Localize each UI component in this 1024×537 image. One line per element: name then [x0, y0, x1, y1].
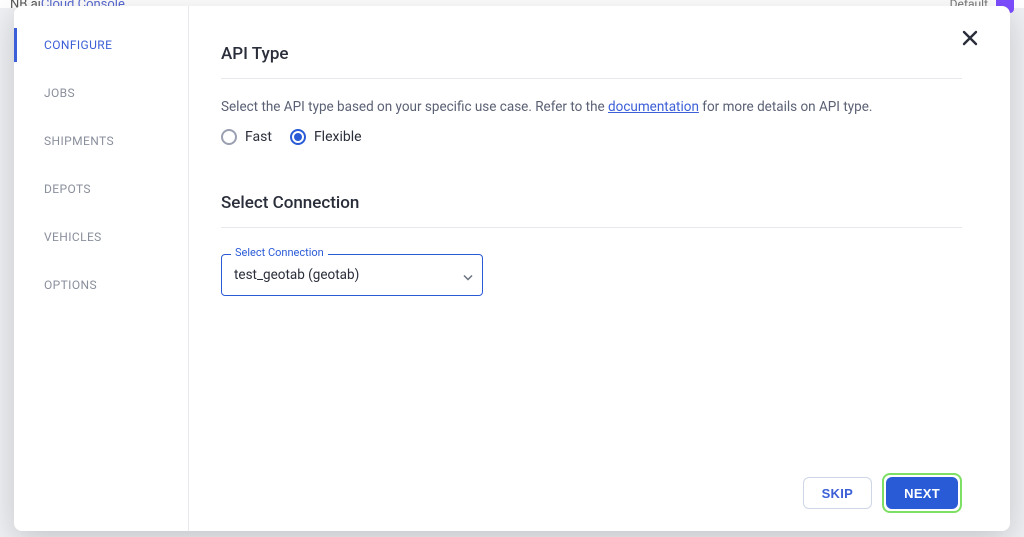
- sidebar-item-shipments[interactable]: SHIPMENTS: [14, 124, 188, 158]
- next-button[interactable]: NEXT: [886, 477, 958, 509]
- divider: [221, 78, 962, 79]
- radio-flexible-label: Flexible: [314, 129, 362, 145]
- select-connection-field[interactable]: Select Connection test_geotab (geotab): [221, 254, 483, 296]
- modal: CONFIGURE JOBS SHIPMENTS DEPOTS VEHICLES…: [14, 6, 1010, 531]
- help-pre: Select the API type based on your specif…: [221, 99, 608, 115]
- close-icon: [960, 28, 980, 48]
- select-connection-value: test_geotab (geotab): [234, 267, 359, 283]
- api-type-options: Fast Flexible: [221, 129, 962, 145]
- select-connection-title: Select Connection: [221, 193, 962, 213]
- api-type-title: API Type: [221, 44, 962, 64]
- sidebar-item-configure[interactable]: CONFIGURE: [14, 28, 188, 62]
- radio-fast[interactable]: Fast: [221, 129, 272, 145]
- sidebar: CONFIGURE JOBS SHIPMENTS DEPOTS VEHICLES…: [14, 6, 189, 531]
- skip-button[interactable]: SKIP: [803, 477, 873, 509]
- divider: [221, 227, 962, 228]
- radio-icon: [290, 129, 306, 145]
- close-button[interactable]: [956, 24, 984, 52]
- api-type-help: Select the API type based on your specif…: [221, 99, 962, 115]
- radio-flexible[interactable]: Flexible: [290, 129, 362, 145]
- select-connection-box[interactable]: test_geotab (geotab): [221, 254, 483, 296]
- sidebar-item-jobs[interactable]: JOBS: [14, 76, 188, 110]
- footer: SKIP NEXT: [221, 473, 962, 513]
- radio-icon: [221, 129, 237, 145]
- chevron-down-icon: [463, 266, 473, 285]
- documentation-link[interactable]: documentation: [608, 99, 699, 115]
- next-button-highlight: NEXT: [882, 473, 962, 513]
- radio-fast-label: Fast: [245, 129, 272, 145]
- select-connection-label: Select Connection: [231, 246, 328, 259]
- sidebar-item-options[interactable]: OPTIONS: [14, 268, 188, 302]
- sidebar-item-depots[interactable]: DEPOTS: [14, 172, 188, 206]
- help-post: for more details on API type.: [699, 99, 873, 115]
- sidebar-item-vehicles[interactable]: VEHICLES: [14, 220, 188, 254]
- main-panel: API Type Select the API type based on yo…: [189, 6, 1010, 531]
